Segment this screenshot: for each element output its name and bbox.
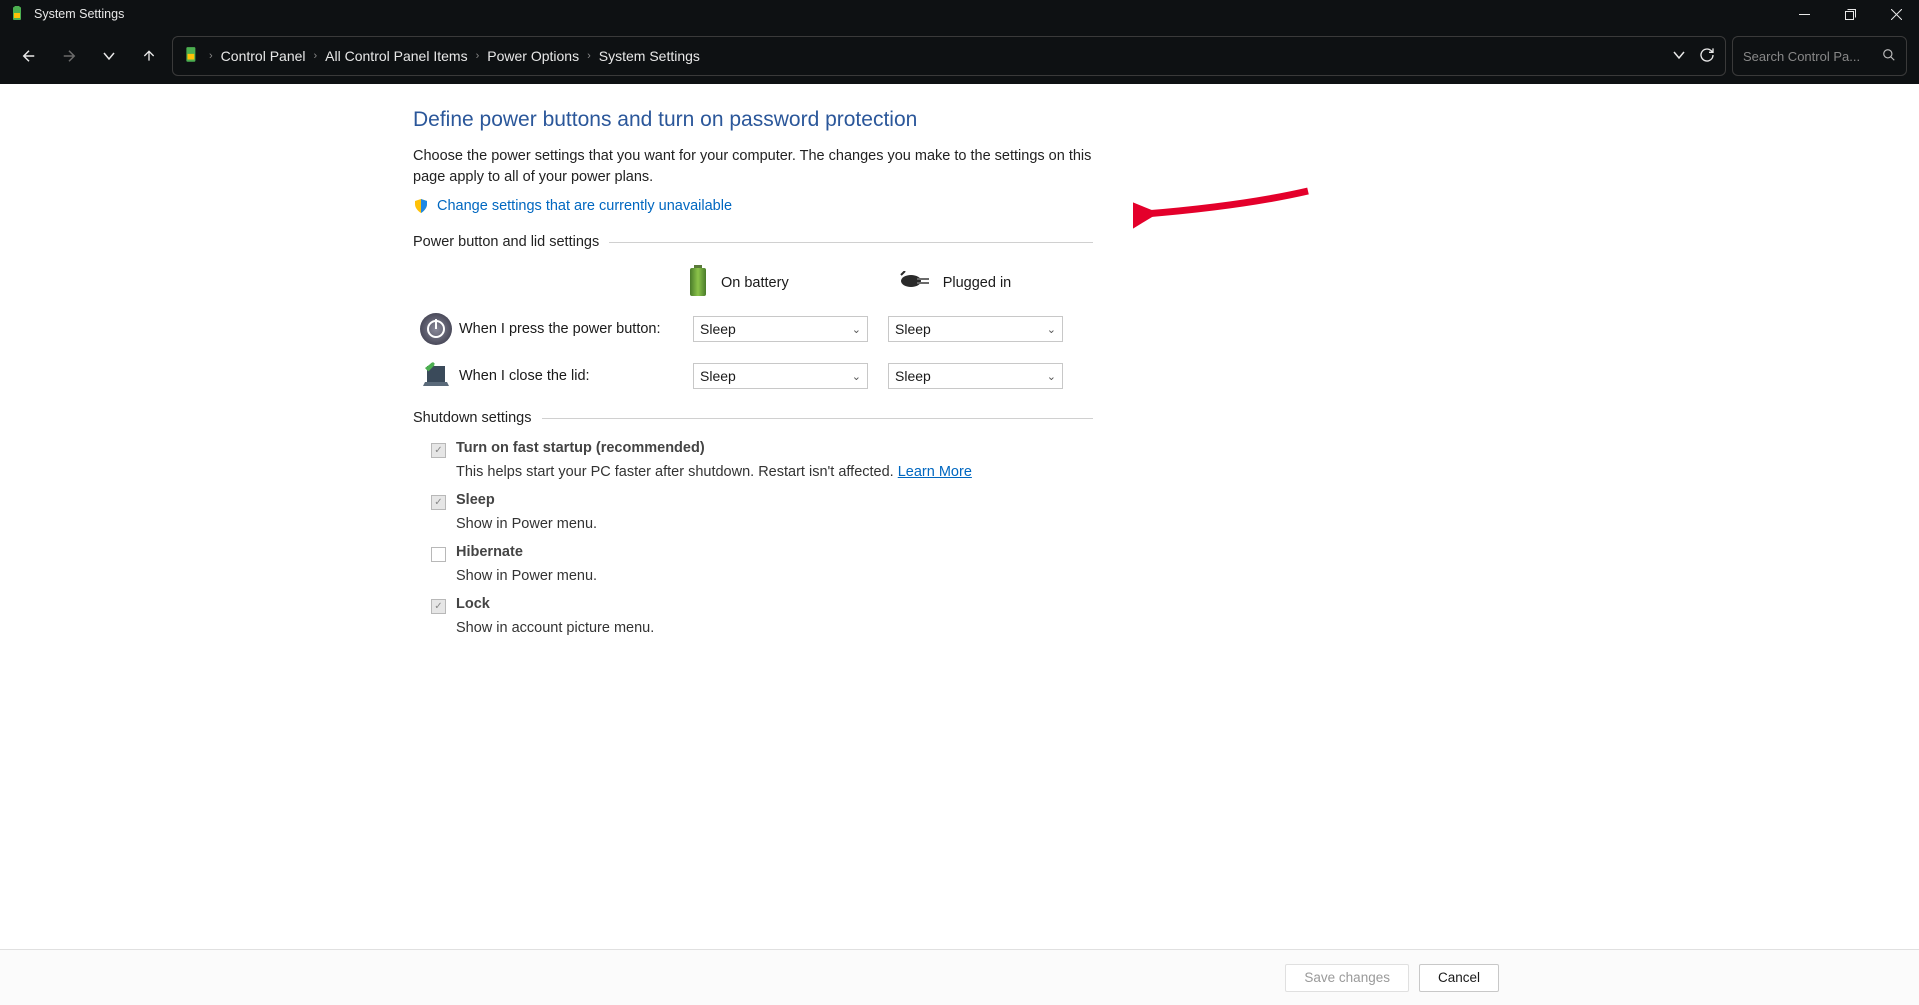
nav-bar: › Control Panel › All Control Panel Item…	[0, 28, 1919, 84]
power-button-icon	[413, 312, 459, 346]
back-button[interactable]	[12, 39, 46, 73]
hibernate-label: Hibernate	[456, 544, 523, 560]
press-plugged-select[interactable]: Sleep⌄	[888, 316, 1063, 342]
lock-label: Lock	[456, 596, 490, 612]
forward-button[interactable]	[52, 39, 86, 73]
up-button[interactable]	[132, 39, 166, 73]
search-box[interactable]	[1732, 36, 1907, 76]
row-press-label: When I press the power button:	[459, 321, 693, 337]
chevron-down-icon: ⌄	[1047, 323, 1056, 336]
divider	[542, 418, 1094, 419]
change-settings-link[interactable]: Change settings that are currently unava…	[437, 198, 732, 214]
col-plugged-label: Plugged in	[943, 275, 1012, 291]
shield-icon	[413, 198, 429, 214]
lock-checkbox: ✓	[431, 599, 446, 614]
sleep-desc: Show in Power menu.	[456, 516, 1093, 532]
breadcrumb-all-items[interactable]: All Control Panel Items	[325, 48, 467, 64]
fast-startup-label: Turn on fast startup (recommended)	[456, 440, 705, 456]
learn-more-link[interactable]: Learn More	[898, 464, 972, 480]
title-bar: System Settings	[0, 0, 1919, 28]
chevron-right-icon[interactable]: ›	[476, 50, 480, 62]
hibernate-desc: Show in Power menu.	[456, 568, 1093, 584]
annotation-arrow	[1133, 186, 1313, 236]
lid-plugged-select[interactable]: Sleep⌄	[888, 363, 1063, 389]
page-description: Choose the power settings that you want …	[413, 146, 1093, 188]
search-input[interactable]	[1743, 49, 1882, 64]
address-bar[interactable]: › Control Panel › All Control Panel Item…	[172, 36, 1726, 76]
section-power-button: Power button and lid settings	[413, 234, 599, 250]
search-icon[interactable]	[1882, 48, 1896, 65]
chevron-down-icon: ⌄	[1047, 370, 1056, 383]
breadcrumb-system-settings[interactable]: System Settings	[599, 48, 700, 64]
control-panel-icon	[183, 46, 201, 67]
minimize-button[interactable]	[1781, 0, 1827, 28]
col-battery-label: On battery	[721, 275, 789, 291]
chevron-down-icon: ⌄	[852, 370, 861, 383]
close-button[interactable]	[1873, 0, 1919, 28]
maximize-button[interactable]	[1827, 0, 1873, 28]
row-lid-label: When I close the lid:	[459, 368, 693, 384]
lid-battery-select[interactable]: Sleep⌄	[693, 363, 868, 389]
window-title: System Settings	[34, 7, 124, 21]
chevron-down-icon: ⌄	[852, 323, 861, 336]
sleep-checkbox: ✓	[431, 495, 446, 510]
breadcrumb-control-panel[interactable]: Control Panel	[221, 48, 306, 64]
fast-startup-checkbox: ✓	[431, 443, 446, 458]
plug-icon	[899, 271, 933, 295]
recent-button[interactable]	[92, 39, 126, 73]
divider	[609, 242, 1093, 243]
battery-icon	[685, 264, 711, 302]
breadcrumb-power-options[interactable]: Power Options	[487, 48, 579, 64]
lid-icon	[413, 362, 459, 390]
chevron-right-icon[interactable]: ›	[209, 50, 213, 62]
fast-startup-desc: This helps start your PC faster after sh…	[456, 464, 1093, 480]
page-title: Define power buttons and turn on passwor…	[413, 108, 1093, 132]
sleep-label: Sleep	[456, 492, 495, 508]
chevron-right-icon[interactable]: ›	[587, 50, 591, 62]
command-bar: Save changes Cancel	[0, 949, 1919, 1005]
app-icon	[10, 6, 26, 22]
section-shutdown: Shutdown settings	[413, 410, 532, 426]
dropdown-button[interactable]	[1673, 48, 1685, 64]
chevron-right-icon[interactable]: ›	[314, 50, 318, 62]
content-area: Define power buttons and turn on passwor…	[0, 84, 1919, 949]
refresh-button[interactable]	[1699, 47, 1715, 66]
hibernate-checkbox	[431, 547, 446, 562]
press-battery-select[interactable]: Sleep⌄	[693, 316, 868, 342]
save-button: Save changes	[1285, 964, 1409, 992]
cancel-button[interactable]: Cancel	[1419, 964, 1499, 992]
lock-desc: Show in account picture menu.	[456, 620, 1093, 636]
